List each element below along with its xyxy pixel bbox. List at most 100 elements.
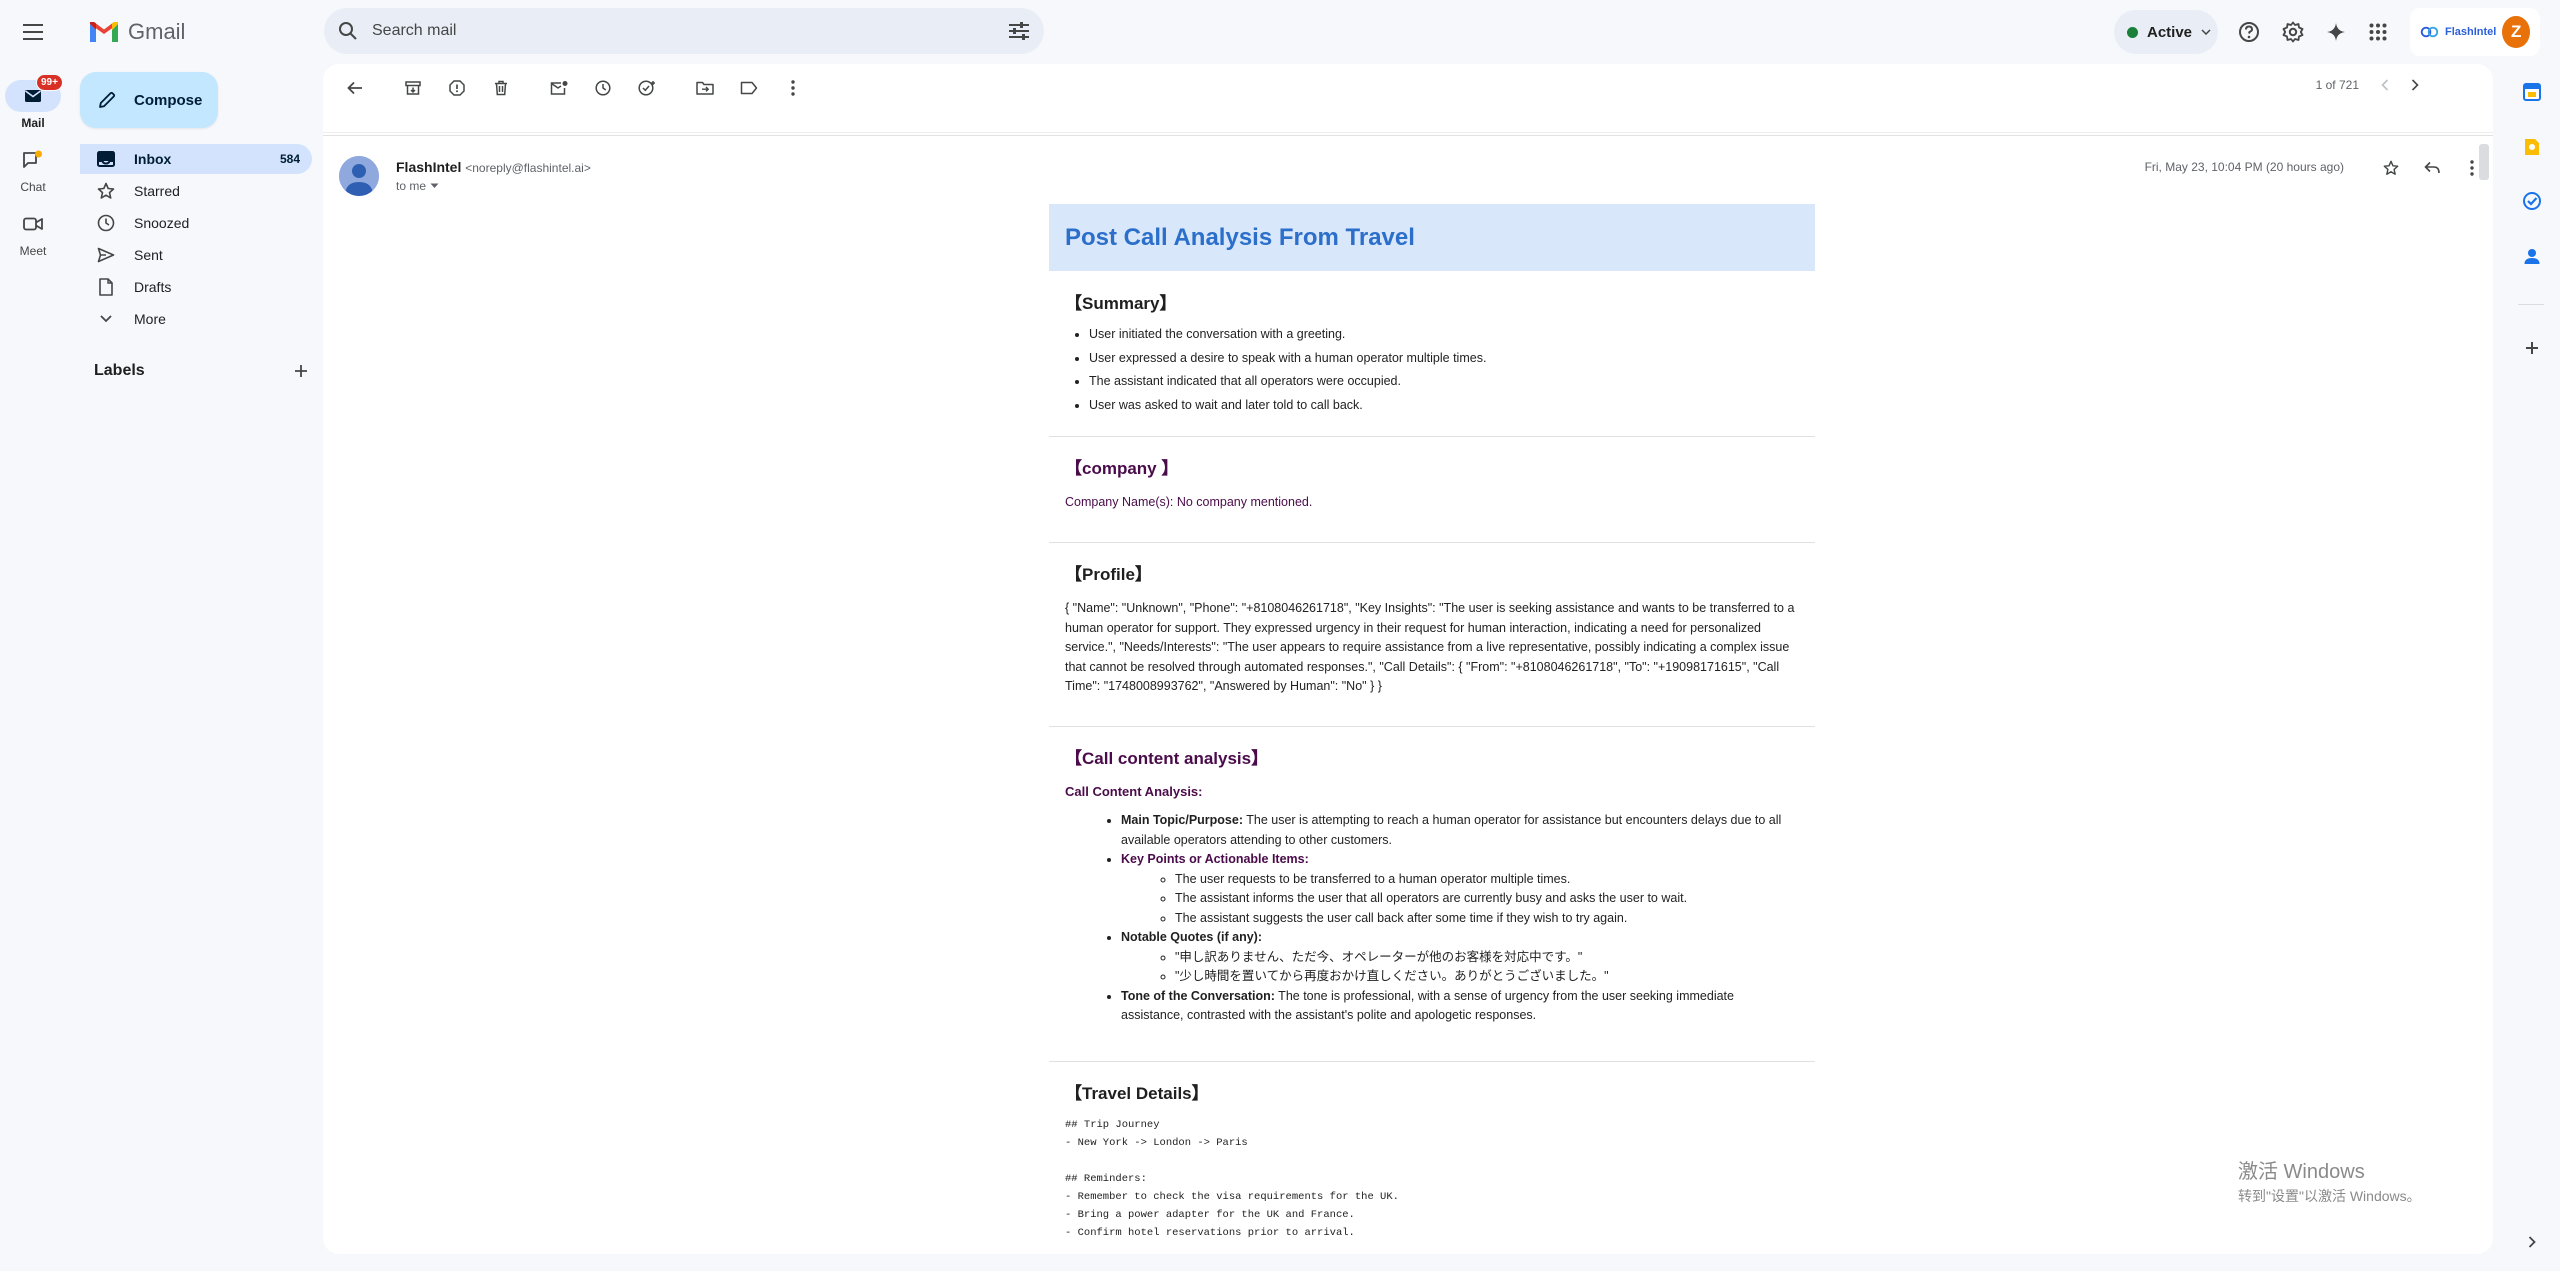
main-topic-label: Main Topic/Purpose: (1121, 813, 1243, 827)
rail-meet[interactable]: Meet (0, 208, 66, 258)
mark-unread-button[interactable] (541, 70, 577, 106)
report-icon (449, 80, 465, 96)
quotes-label: Notable Quotes (if any): (1121, 930, 1262, 944)
rail-chat[interactable]: Chat (0, 144, 66, 194)
contacts-icon (2524, 249, 2540, 264)
key-point: The assistant suggests the user call bac… (1175, 909, 1799, 929)
report-spam-button[interactable] (439, 70, 475, 106)
summary-section: 【Summary】 User initiated the conversatio… (1049, 271, 1815, 437)
reply-button[interactable] (2416, 152, 2448, 184)
travel-lines: ## Trip Journey - New York -> London -> … (1065, 1116, 1799, 1242)
move-folder-icon (696, 81, 714, 95)
avatar[interactable]: Z (2502, 16, 2530, 48)
key-point: The user requests to be transferred to a… (1175, 870, 1799, 890)
search-options-icon[interactable] (1008, 21, 1030, 41)
video-camera-icon (23, 217, 43, 231)
contacts-app-button[interactable] (2520, 244, 2544, 268)
tasks-app-button[interactable] (2520, 189, 2544, 213)
key-points-item: Key Points or Actionable Items: The user… (1121, 850, 1799, 928)
call-analysis-list: Main Topic/Purpose: The user is attempti… (1065, 811, 1799, 1026)
star-button[interactable] (2375, 152, 2407, 184)
recipient-details-toggle[interactable]: to me (396, 179, 439, 193)
compose-button[interactable]: Compose (80, 72, 218, 128)
nav-snoozed-label: Snoozed (134, 215, 190, 231)
back-button[interactable] (337, 70, 373, 106)
nav-starred[interactable]: Starred (80, 176, 312, 206)
account-switcher[interactable]: FlashIntel Z (2410, 8, 2540, 56)
summary-item: User was asked to wait and later told to… (1089, 394, 1799, 418)
nav-sent[interactable]: Sent (80, 240, 312, 270)
search-bar[interactable] (324, 8, 1044, 54)
clock-icon (96, 213, 116, 233)
search-icon[interactable] (338, 21, 358, 41)
support-button[interactable] (2231, 14, 2267, 50)
summary-item: User expressed a desire to speak with a … (1089, 347, 1799, 371)
gemini-button[interactable] (2318, 14, 2354, 50)
archive-button[interactable] (395, 70, 431, 106)
gmail-logo[interactable]: Gmail (88, 17, 185, 47)
nav-drafts[interactable]: Drafts (80, 272, 312, 302)
summary-item: The assistant indicated that all operato… (1089, 370, 1799, 394)
profile-title: 【Profile】 (1065, 565, 1152, 584)
plus-icon (2526, 342, 2538, 354)
call-analysis-label: Call Content Analysis: (1065, 784, 1203, 799)
nav-sent-label: Sent (134, 247, 163, 263)
apps-button[interactable] (2360, 14, 2396, 50)
travel-line (1065, 1152, 1799, 1170)
main-topic-item: Main Topic/Purpose: The user is attempti… (1121, 811, 1799, 850)
add-to-tasks-button[interactable] (629, 70, 665, 106)
arrow-back-icon (347, 81, 362, 95)
chevron-down-icon (2201, 29, 2211, 35)
caret-down-icon (430, 183, 439, 188)
call-analysis-title: 【Call content analysis】 (1065, 749, 1269, 768)
nav-snoozed[interactable]: Snoozed (80, 208, 312, 238)
delete-button[interactable] (483, 70, 519, 106)
email-banner: Post Call Analysis From Travel (1049, 204, 1815, 271)
company-title: 【company 】 (1065, 459, 1179, 478)
mark-unread-icon (550, 81, 568, 95)
nav-inbox[interactable]: Inbox 584 (80, 144, 312, 174)
org-name: FlashIntel (2445, 26, 2497, 38)
add-task-icon (638, 80, 655, 96)
rail-chat-icon-wrap (5, 144, 61, 176)
travel-section: 【Travel Details】 ## Trip Journey - New Y… (1049, 1062, 1815, 1242)
move-to-button[interactable] (687, 70, 723, 106)
pager-text: 1 of 721 (2315, 78, 2359, 92)
main-menu-button[interactable] (14, 16, 54, 48)
travel-title: 【Travel Details】 (1065, 1084, 1209, 1103)
nav-more[interactable]: More (80, 304, 312, 334)
labels-button[interactable] (731, 70, 767, 106)
calendar-app-button[interactable] (2520, 80, 2544, 104)
settings-button[interactable] (2275, 14, 2311, 50)
keep-app-button[interactable] (2520, 135, 2544, 159)
more-actions-button[interactable] (775, 70, 811, 106)
travel-line: - New York -> London -> Paris (1065, 1137, 1248, 1149)
email-title: Post Call Analysis From Travel (1065, 223, 1415, 251)
scrollbar-thumb[interactable] (2479, 144, 2489, 180)
rail-mail[interactable]: 99+ Mail (0, 74, 66, 130)
quotes-item: Notable Quotes (if any): "申し訳ありません、ただ今、オ… (1121, 928, 1799, 987)
tone-label: Tone of the Conversation: (1121, 988, 1275, 1003)
thread-divider-line (323, 132, 2493, 133)
more-vert-icon (2470, 160, 2474, 176)
sender-name[interactable]: FlashIntel (396, 159, 461, 175)
chevron-right-icon (2528, 1236, 2536, 1248)
newer-chevron-icon[interactable] (2381, 79, 2389, 91)
hide-side-panel-button[interactable] (2520, 1230, 2544, 1254)
status-selector[interactable]: Active (2114, 10, 2218, 54)
older-chevron-icon[interactable] (2411, 79, 2419, 91)
travel-line: ## Trip Journey (1065, 1119, 1160, 1131)
clock-icon (595, 80, 611, 96)
mail-icon (25, 90, 41, 102)
get-addons-button[interactable] (2520, 336, 2544, 360)
snooze-button[interactable] (585, 70, 621, 106)
star-icon (96, 181, 116, 201)
nav-starred-label: Starred (134, 183, 180, 199)
help-icon (2239, 22, 2259, 42)
label-icon (740, 81, 758, 95)
add-label-icon[interactable] (294, 364, 308, 378)
watermark-line1: 激活 Windows (2238, 1161, 2365, 1183)
search-input[interactable] (372, 22, 1008, 40)
nav-drafts-label: Drafts (134, 279, 172, 295)
quote: "申し訳ありません、ただ今、オペレーターが他のお客様を対応中です。" (1175, 948, 1799, 968)
